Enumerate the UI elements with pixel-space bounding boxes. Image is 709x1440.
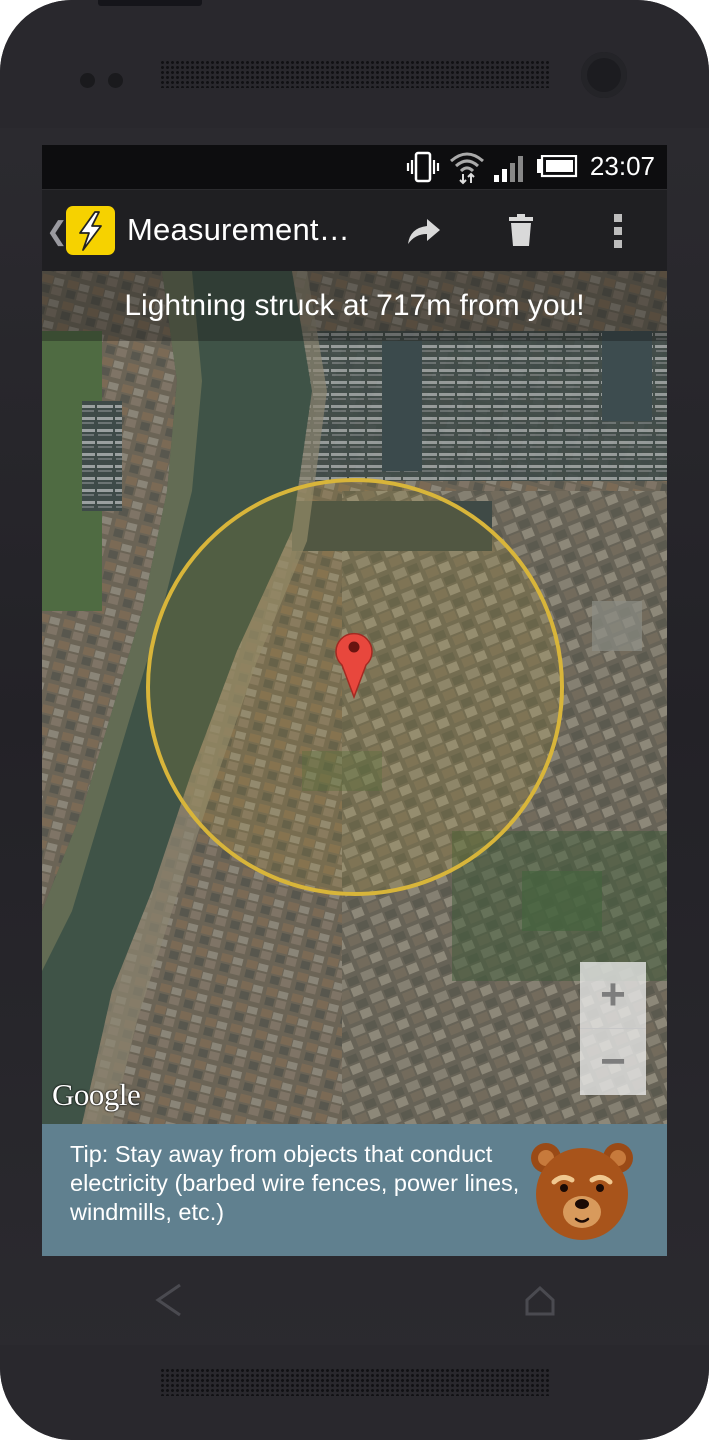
proximity-sensor	[80, 73, 95, 88]
delete-button[interactable]	[501, 210, 541, 252]
zoom-in-button[interactable]: +	[580, 962, 646, 1028]
google-attribution: Google	[52, 1077, 141, 1112]
satellite-map[interactable]: Lightning struck at 717m from you! Googl…	[42, 271, 667, 1124]
nav-home-icon[interactable]	[522, 1282, 558, 1318]
up-navigation[interactable]: ❮ Measurement…	[42, 190, 350, 272]
share-icon	[408, 219, 440, 244]
overflow-menu-button[interactable]	[598, 210, 638, 252]
lightning-app-icon	[66, 206, 115, 255]
earpiece-speaker-grille	[160, 60, 550, 88]
zoom-out-button[interactable]: −	[580, 1029, 646, 1095]
nav-back-icon[interactable]	[150, 1280, 190, 1320]
overflow-menu-icon	[614, 214, 622, 248]
bear-icon	[531, 1143, 633, 1240]
phone-frame: 23:07 ❮ Measurement… Lightning struck at…	[0, 0, 709, 1440]
power-button	[98, 0, 202, 6]
front-camera	[581, 52, 627, 98]
action-bar: ❮ Measurement…	[42, 189, 667, 272]
delete-icon	[509, 214, 533, 246]
battery-icon	[537, 155, 578, 178]
map-pin-icon[interactable]	[334, 627, 374, 699]
vibrate-icon	[406, 151, 440, 183]
wifi-icon	[450, 152, 484, 185]
tip-banner: Tip: Stay away from objects that conduct…	[42, 1124, 667, 1256]
share-button[interactable]	[404, 210, 444, 252]
back-chevron-icon: ❮	[46, 216, 68, 246]
light-sensor	[108, 73, 123, 88]
status-time: 23:07	[589, 151, 655, 181]
status-bar: 23:07	[42, 145, 667, 189]
phone-screen: 23:07 ❮ Measurement… Lightning struck at…	[42, 145, 667, 1256]
tip-text: Tip: Stay away from objects that conduct…	[70, 1141, 520, 1225]
zoom-controls: + −	[580, 962, 646, 1095]
signal-icon	[494, 156, 523, 182]
page-title: Measurement…	[127, 212, 350, 247]
bottom-speaker-grille	[160, 1368, 550, 1396]
lightning-distance-banner: Lightning struck at 717m from you!	[42, 271, 667, 341]
lightning-icon	[79, 211, 102, 251]
